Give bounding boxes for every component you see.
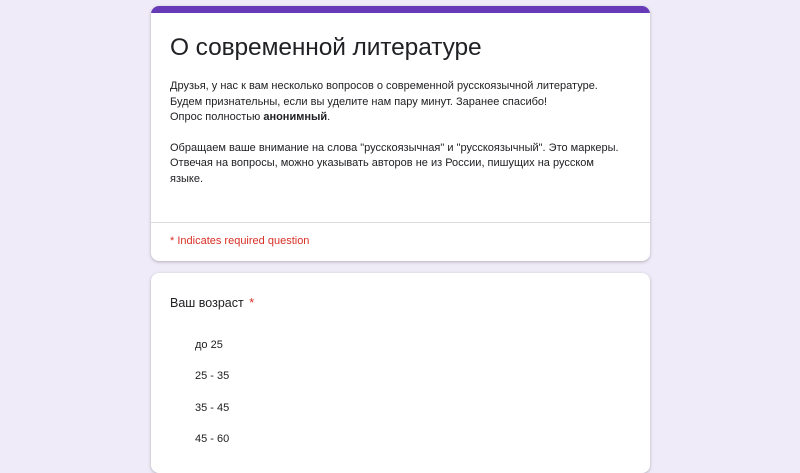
description-paragraph-2: Обращаем ваше внимание на слова "русскоя…	[170, 141, 619, 185]
required-asterisk: *	[249, 296, 255, 310]
radio-option-label: 45 - 60	[195, 433, 230, 446]
radio-option[interactable]: 45 - 60	[195, 424, 630, 456]
description-line-3-prefix: Опрос полностью	[170, 111, 264, 123]
form-accent-bar	[151, 6, 650, 13]
question-title: Ваш возраст *	[170, 295, 630, 311]
question-title-text: Ваш возраст	[170, 296, 244, 310]
radio-option-label: до 25	[195, 338, 223, 351]
radio-option-label: 25 - 35	[195, 370, 230, 383]
required-question-note: * Indicates required question	[170, 235, 310, 247]
form-description: Друзья, у нас к вам несколько вопросов о…	[170, 79, 630, 187]
description-line-1: Друзья, у нас к вам несколько вопросов о…	[170, 80, 598, 92]
description-line-2: Будем признательны, если вы уделите нам …	[170, 95, 548, 108]
form-header-body: О современной литературе Друзья, у нас к…	[151, 13, 650, 187]
description-paragraph-1: Друзья, у нас к вам несколько вопросов о…	[170, 79, 630, 126]
radio-option-label: 35 - 45	[195, 401, 230, 414]
radio-option[interactable]: до 25	[195, 329, 630, 361]
form-container: О современной литературе Друзья, у нас к…	[151, 6, 650, 473]
form-header-card: О современной литературе Друзья, у нас к…	[151, 6, 650, 261]
description-anonymous-bold: анонимный	[263, 111, 328, 123]
radio-option-list: до 25 25 - 35 35 - 45 45 - 60	[170, 329, 630, 455]
radio-option[interactable]: 35 - 45	[195, 392, 630, 424]
radio-option[interactable]: 25 - 35	[195, 361, 630, 393]
question-card-age: Ваш возраст * до 25 25 - 35 35 - 45 45 -…	[151, 273, 650, 473]
description-line-3-suffix: .	[327, 111, 331, 123]
form-title: О современной литературе	[170, 34, 482, 61]
